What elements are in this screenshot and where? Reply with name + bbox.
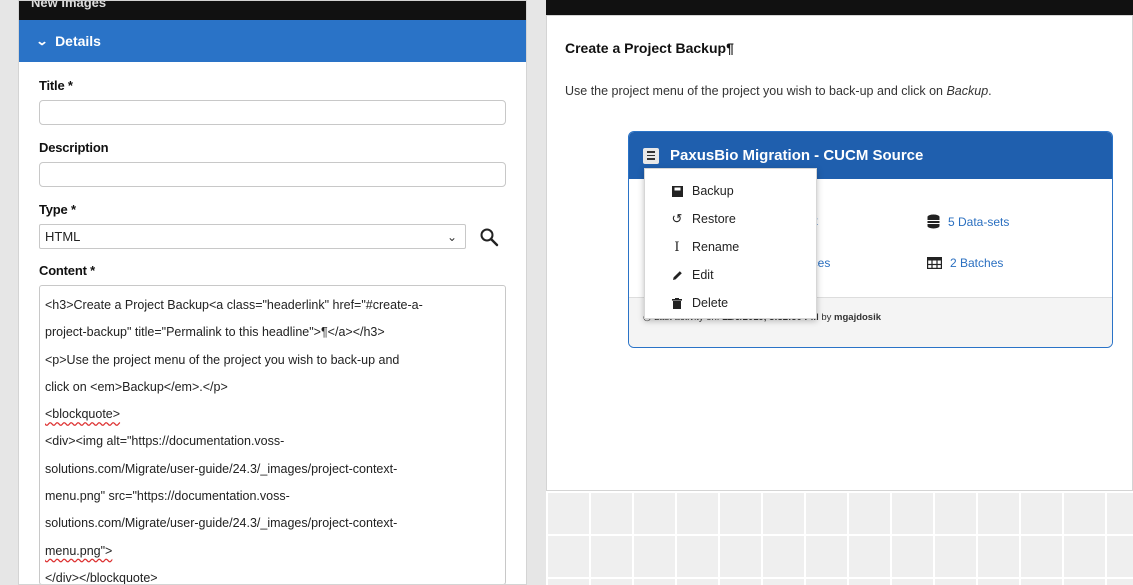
context-menu-item-edit: Edit bbox=[645, 261, 816, 289]
type-select[interactable]: HTML ⌄ bbox=[39, 224, 466, 249]
left-panel: New Images ⌄ Details Title * Description… bbox=[18, 0, 527, 585]
context-menu-item-delete: Delete bbox=[645, 289, 816, 317]
context-menu-label: Backup bbox=[692, 184, 734, 198]
last-activity-user: mgajdosik bbox=[834, 312, 882, 323]
table-icon bbox=[927, 257, 942, 269]
menu-icon bbox=[643, 147, 659, 164]
delete-icon bbox=[670, 297, 684, 309]
type-label: Type * bbox=[39, 202, 76, 217]
title-input[interactable] bbox=[39, 100, 506, 125]
details-label: Details bbox=[55, 33, 101, 49]
content-line: project-backup" title="Permalink to this… bbox=[45, 325, 385, 340]
content-line: menu.png"> bbox=[45, 543, 113, 558]
chevron-down-icon: ⌄ bbox=[446, 229, 457, 244]
preview-topbar bbox=[546, 0, 1133, 15]
background-grid bbox=[546, 491, 1133, 585]
content-line: solutions.com/Migrate/user-guide/24.3/_i… bbox=[45, 516, 398, 531]
chevron-down-icon: ⌄ bbox=[35, 34, 49, 48]
preview-paragraph-end: . bbox=[988, 84, 992, 98]
description-input[interactable] bbox=[39, 162, 506, 187]
project-stat-batches: 2 Batches bbox=[927, 256, 1003, 270]
context-menu-label: Edit bbox=[692, 268, 714, 282]
preview-heading: Create a Project Backup¶ bbox=[565, 40, 734, 56]
content-line: <h3>Create a Project Backup<a class="hea… bbox=[45, 298, 423, 312]
preview-paragraph: Use the project menu of the project you … bbox=[565, 84, 992, 98]
description-label: Description bbox=[39, 140, 109, 155]
type-row: HTML ⌄ bbox=[39, 224, 506, 249]
content-line: </div></blockquote> bbox=[45, 570, 158, 585]
last-activity-by: by bbox=[818, 312, 835, 323]
content-line: menu.png" src="https://documentation.vos… bbox=[45, 489, 290, 504]
context-menu-item-restore: ↺ Restore bbox=[645, 205, 816, 233]
details-section-header[interactable]: ⌄ Details bbox=[19, 20, 526, 62]
context-menu-label: Delete bbox=[692, 296, 729, 310]
rename-icon: I bbox=[674, 239, 680, 255]
type-select-value: HTML bbox=[45, 229, 81, 244]
preview-panel: Create a Project Backup¶ Use the project… bbox=[546, 15, 1133, 491]
restore-icon: ↺ bbox=[671, 211, 683, 226]
preview-paragraph-emphasis: Backup bbox=[946, 84, 989, 98]
search-icon bbox=[480, 228, 499, 246]
edit-icon bbox=[670, 270, 684, 281]
panel-title: New Images bbox=[19, 1, 526, 20]
project-stat-batches-label: 2 Batches bbox=[950, 256, 1004, 270]
content-line: <div><img alt="https://documentation.vos… bbox=[45, 434, 285, 449]
content-line: <blockquote> bbox=[45, 407, 121, 422]
backup-icon bbox=[670, 185, 684, 197]
content-label: Content * bbox=[39, 263, 95, 278]
project-context-menu: Backup ↺ Restore I Rename Edit Delete bbox=[644, 168, 817, 319]
context-menu-item-backup: Backup bbox=[645, 177, 816, 205]
project-stat-datasets: 5 Data-sets bbox=[927, 214, 1009, 229]
context-menu-item-rename: I Rename bbox=[645, 233, 816, 261]
content-line: click on <em>Backup</em>.</p> bbox=[45, 379, 228, 394]
database-icon bbox=[927, 214, 940, 229]
content-line: solutions.com/Migrate/user-guide/24.3/_i… bbox=[45, 461, 398, 476]
project-name: PaxusBio Migration - CUCM Source bbox=[670, 147, 924, 164]
preview-paragraph-text: Use the project menu of the project you … bbox=[565, 84, 947, 98]
details-form: Title * Description Type * HTML ⌄ Conten… bbox=[19, 62, 526, 585]
title-label: Title * bbox=[39, 78, 73, 93]
type-search-button[interactable] bbox=[474, 224, 504, 249]
content-textarea[interactable]: <h3>Create a Project Backup<a class="hea… bbox=[39, 285, 506, 585]
content-line: <p>Use the project menu of the project y… bbox=[45, 352, 400, 367]
project-stat-datasets-label: 5 Data-sets bbox=[948, 214, 1010, 229]
context-menu-label: Restore bbox=[692, 212, 736, 226]
context-menu-label: Rename bbox=[692, 240, 740, 254]
